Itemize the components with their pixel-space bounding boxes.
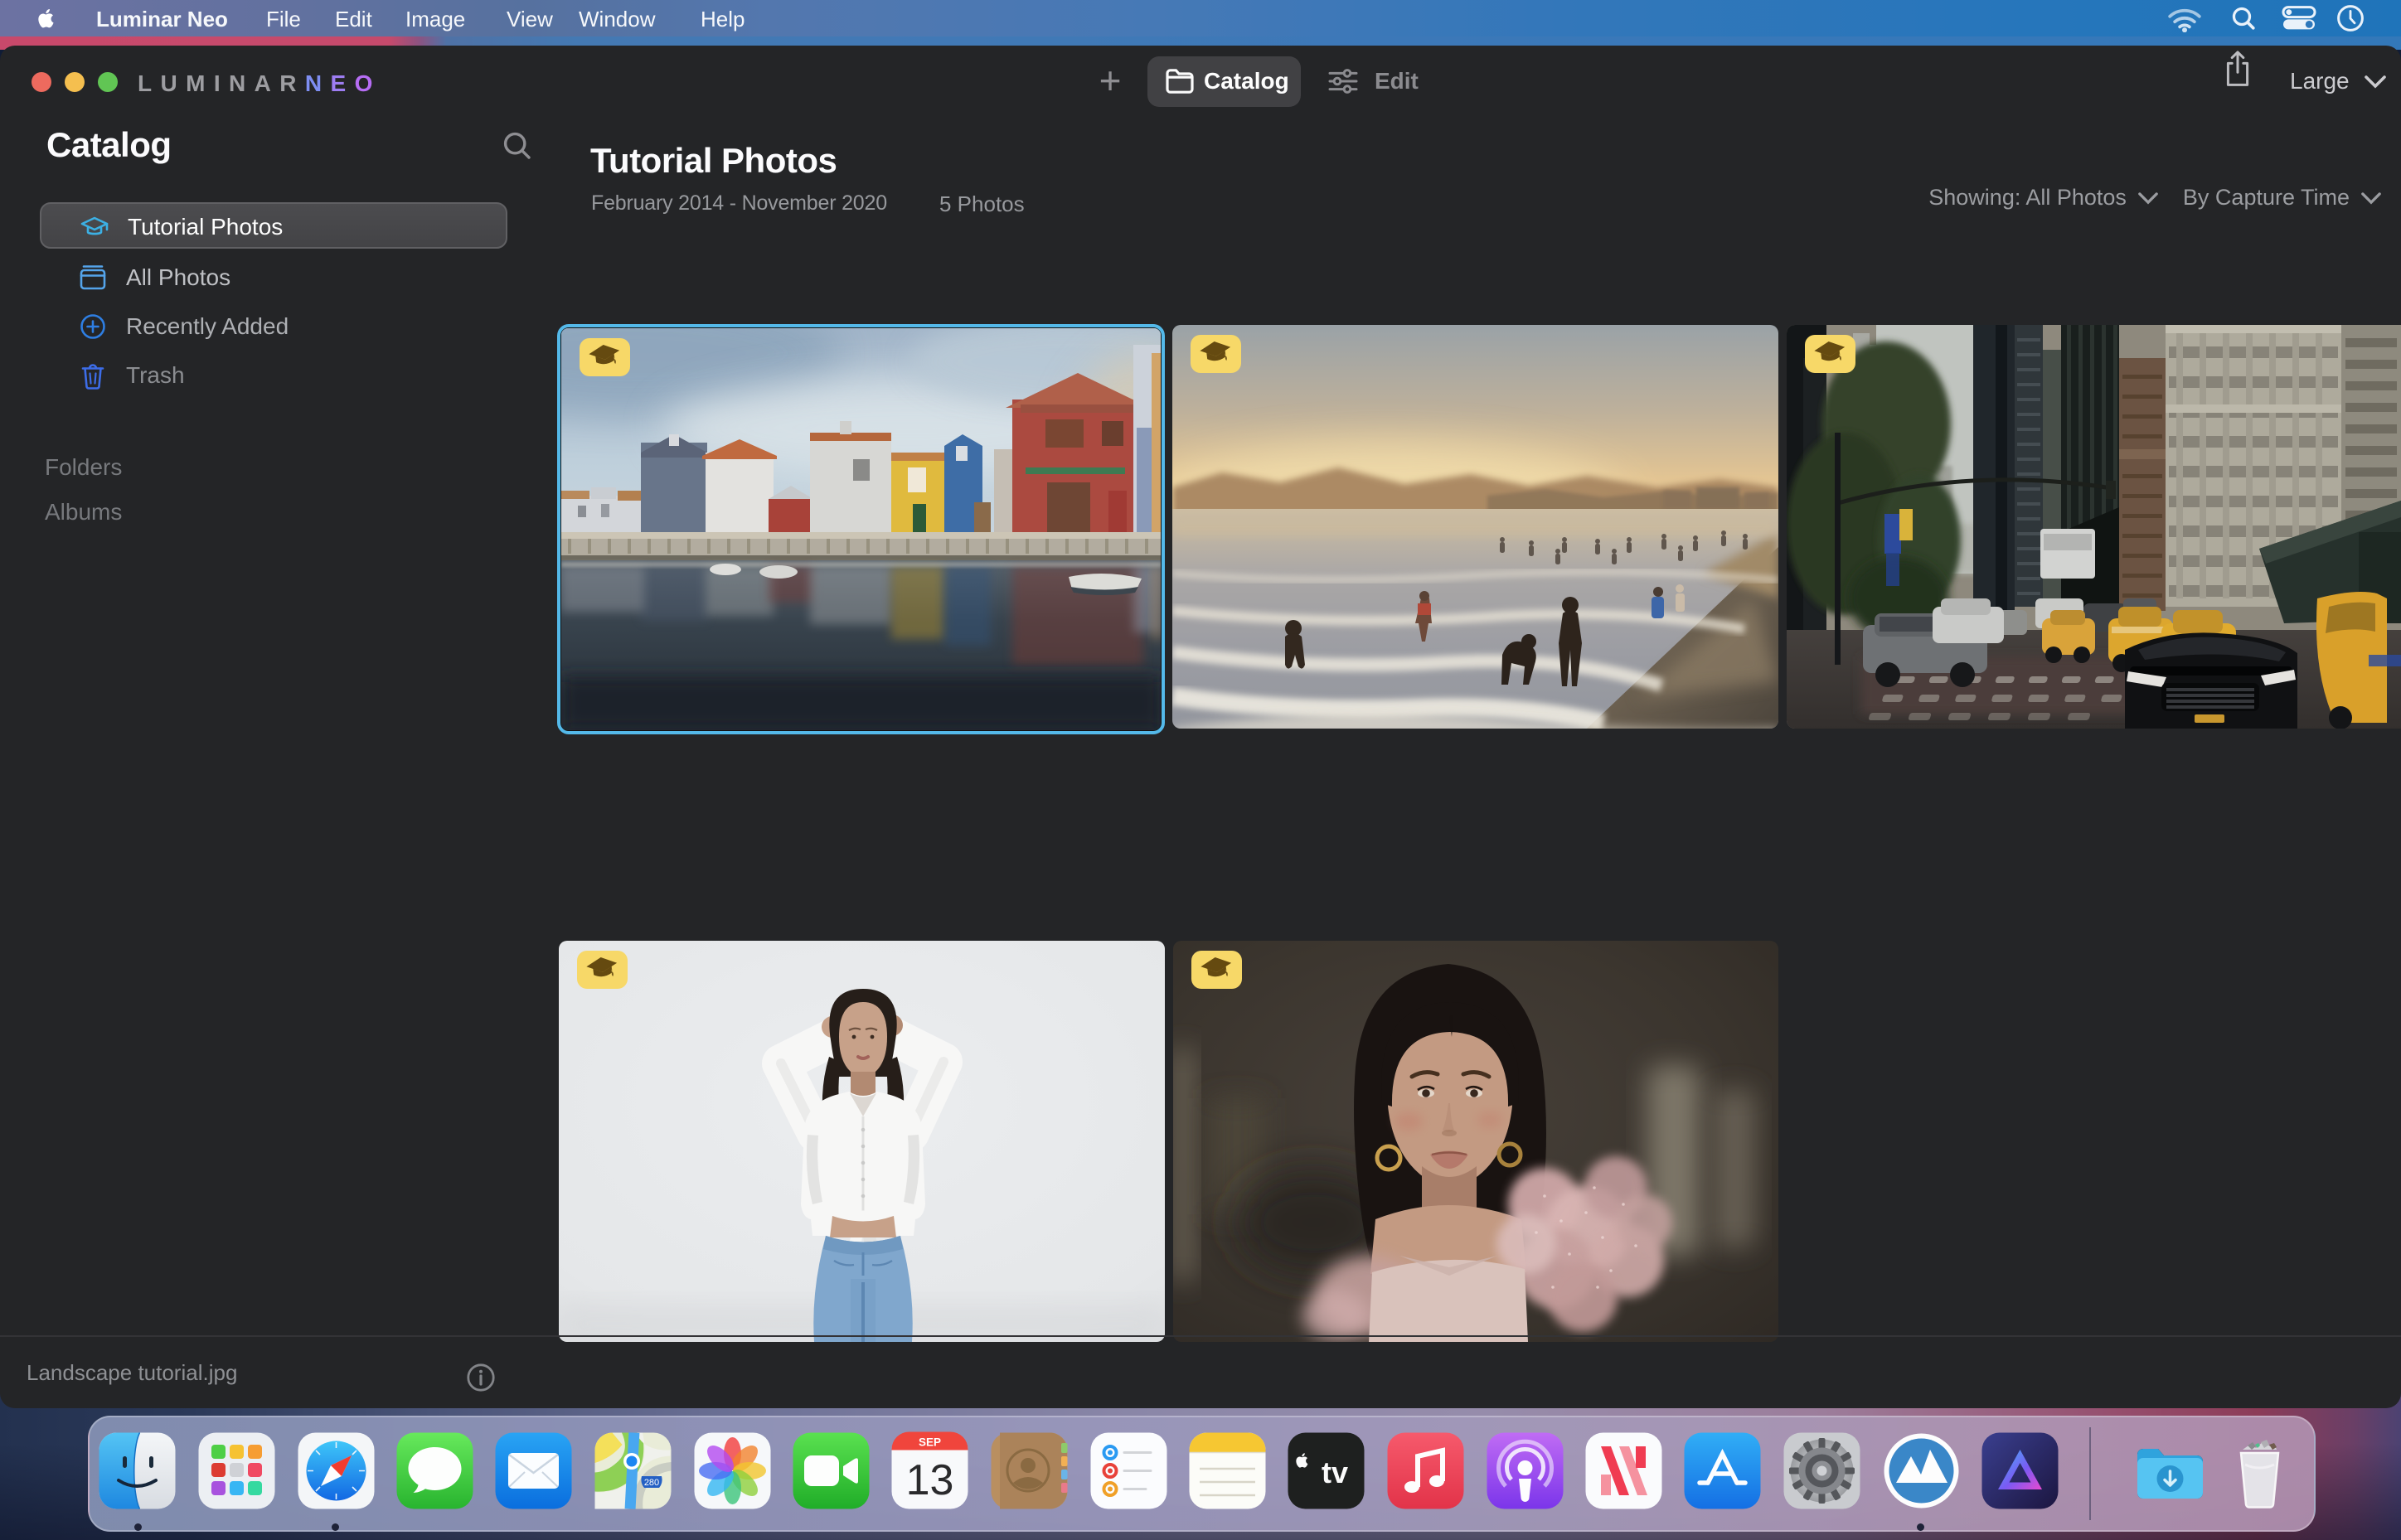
- svg-text:280: 280: [644, 1478, 659, 1488]
- svg-text:13: 13: [906, 1456, 954, 1504]
- svg-text:SEP: SEP: [919, 1436, 941, 1449]
- svg-text:tv: tv: [1322, 1455, 1348, 1489]
